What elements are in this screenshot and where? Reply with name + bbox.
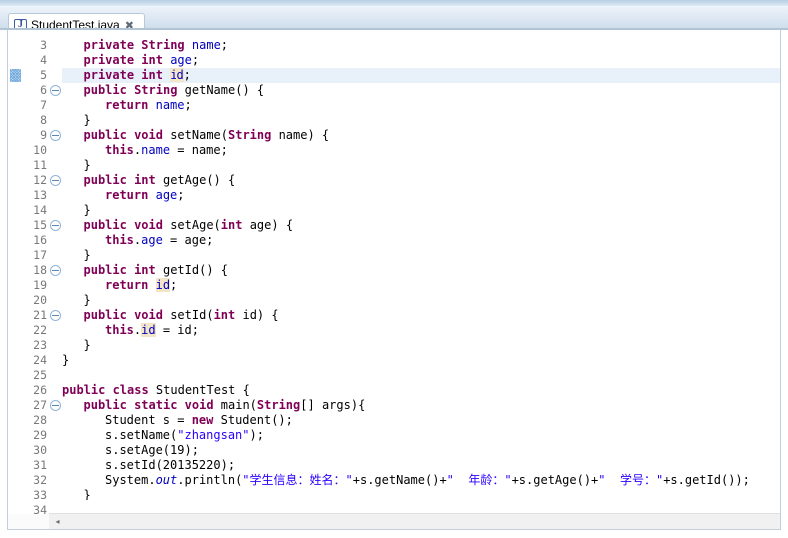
- fold-collapse-icon[interactable]: [50, 85, 61, 96]
- line-number: 9: [40, 128, 47, 142]
- code-line[interactable]: return age;: [105, 188, 185, 203]
- code-line[interactable]: }: [84, 203, 91, 218]
- horizontal-scrollbar[interactable]: ◂: [49, 513, 780, 529]
- line-number: 23: [33, 338, 47, 352]
- line-number: 21: [33, 308, 47, 322]
- line-number: 5: [40, 68, 47, 82]
- code-line[interactable]: return id;: [105, 278, 177, 293]
- fold-collapse-icon[interactable]: [50, 130, 61, 141]
- line-number: 15: [33, 218, 47, 232]
- code-line[interactable]: }: [84, 158, 91, 173]
- line-number: 4: [40, 53, 47, 67]
- scrollbar-corner: [8, 514, 49, 529]
- code-line[interactable]: private String name;: [84, 38, 229, 53]
- code-line[interactable]: }: [84, 488, 91, 500]
- line-number: 8: [40, 113, 47, 127]
- code-line[interactable]: }: [84, 113, 91, 128]
- fold-collapse-icon[interactable]: [50, 400, 61, 411]
- code-line[interactable]: this.age = age;: [105, 233, 213, 248]
- code-line[interactable]: public int getAge() {: [84, 173, 236, 188]
- line-number-column: 3 4 5 6 7 8 9 10 11 12 13 14 15 16 17 18 19 20 21 22 23 24 25 2…: [23, 30, 49, 517]
- code-line[interactable]: }: [84, 248, 91, 263]
- line-number: 18: [33, 263, 47, 277]
- code-line[interactable]: System.out.println("学生信息：姓名："+s.getName(…: [105, 473, 750, 488]
- line-number: 13: [33, 188, 47, 202]
- code-line[interactable]: this.name = name;: [105, 143, 228, 158]
- line-number: 10: [33, 143, 47, 157]
- line-number: 30: [33, 443, 47, 457]
- line-number: 28: [33, 413, 47, 427]
- editor-frame: 3 4 5 6 7 8 9 10 11 12 13 14 15 16 17 18 19 20 21 22 23 24 25 2…: [7, 30, 781, 530]
- code-line[interactable]: }: [84, 338, 91, 353]
- fold-collapse-icon[interactable]: [50, 265, 61, 276]
- line-number: 14: [33, 203, 47, 217]
- code-line[interactable]: private int age;: [84, 53, 200, 68]
- line-number: 26: [33, 383, 47, 397]
- code-line[interactable]: this.id = id;: [105, 323, 199, 338]
- line-number: 31: [33, 458, 47, 472]
- line-number: 22: [33, 323, 47, 337]
- line-number: 16: [33, 233, 47, 247]
- changed-line-marker[interactable]: [10, 69, 21, 82]
- line-number: 27: [33, 398, 47, 412]
- gutter-annotation-ruler[interactable]: [8, 30, 23, 500]
- line-number: 3: [40, 38, 47, 52]
- eclipse-java-editor-window: J StudentTest.java ✖ 3 4 5 6 7 8 9 10 11 12 13 14 15…: [0, 0, 788, 538]
- line-number: 20: [33, 293, 47, 307]
- fold-collapse-icon[interactable]: [50, 310, 61, 321]
- line-number: 17: [33, 248, 47, 262]
- fold-collapse-icon[interactable]: [50, 175, 61, 186]
- code-line[interactable]: s.setName("zhangsan");: [105, 428, 264, 443]
- code-line[interactable]: public void setId(int id) {: [84, 308, 279, 323]
- code-line[interactable]: public int getId() {: [84, 263, 229, 278]
- code-text-area[interactable]: private String name; private int age; priv…: [62, 30, 780, 500]
- code-folding-column[interactable]: [49, 30, 63, 500]
- code-line[interactable]: public void setAge(int age) {: [84, 218, 294, 233]
- code-line[interactable]: s.setAge(19);: [105, 443, 199, 458]
- code-line[interactable]: }: [84, 293, 91, 308]
- fold-collapse-icon[interactable]: [50, 220, 61, 231]
- line-number: 11: [33, 158, 47, 172]
- code-line[interactable]: s.setId(20135220);: [105, 458, 235, 473]
- code-line[interactable]: public class StudentTest {: [62, 383, 250, 398]
- line-number: 12: [33, 173, 47, 187]
- scroll-left-arrow-icon[interactable]: ◂: [52, 516, 63, 527]
- code-line[interactable]: public void setName(String name) {: [84, 128, 330, 143]
- editor-tab-strip: J StudentTest.java ✖: [0, 6, 788, 36]
- line-number: 29: [33, 428, 47, 442]
- code-line[interactable]: Student s = new Student();: [105, 413, 293, 428]
- code-line[interactable]: public static void main(String[] args){: [84, 398, 366, 413]
- line-number: 25: [33, 368, 47, 382]
- code-line[interactable]: }: [62, 353, 69, 368]
- line-number: 6: [40, 83, 47, 97]
- line-number: 7: [40, 98, 47, 112]
- code-line[interactable]: private int id;: [84, 68, 191, 83]
- code-line[interactable]: return name;: [105, 98, 192, 113]
- line-number: 24: [33, 353, 47, 367]
- line-number: 19: [33, 278, 47, 292]
- code-line[interactable]: public String getName() {: [84, 83, 265, 98]
- line-number: 32: [33, 473, 47, 487]
- line-number: 33: [33, 488, 47, 502]
